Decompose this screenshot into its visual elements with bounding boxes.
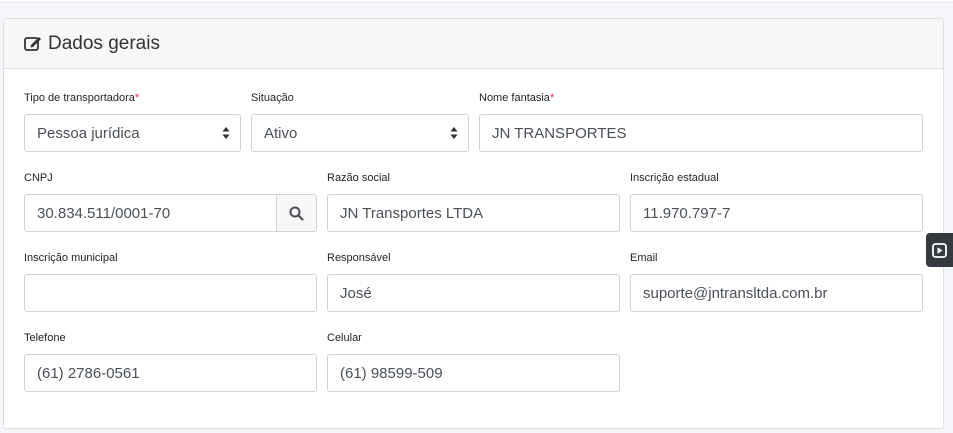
play-square-icon — [932, 242, 947, 258]
select-arrows-icon — [450, 127, 458, 139]
inscricao-municipal-label: Inscrição municipal — [24, 252, 118, 264]
card-title: Dados gerais — [48, 32, 160, 54]
field-cnpj: CNPJ 30.834.511/0001-70 — [24, 171, 317, 233]
field-celular: Celular (61) 98599-509 — [327, 331, 620, 393]
field-inscricao-estadual: Inscrição estadual 11.970.797-7 — [630, 171, 923, 233]
cnpj-label: CNPJ — [24, 172, 53, 184]
razao-social-value: JN Transportes LTDA — [340, 204, 484, 222]
tipo-transportadora-value: Pessoa jurídica — [37, 124, 140, 142]
field-tipo-transportadora: Tipo de transportadora* Pessoa jurídica — [24, 91, 241, 153]
cnpj-search-button[interactable] — [276, 195, 316, 231]
card-header: Dados gerais — [4, 19, 943, 69]
nome-fantasia-value: JN TRANSPORTES — [492, 124, 627, 142]
nome-fantasia-label: Nome fantasia — [479, 92, 550, 104]
email-value: suporte@jntransltda.com.br — [643, 284, 828, 302]
edit-icon — [24, 35, 43, 52]
cnpj-value: 30.834.511/0001-70 — [37, 204, 171, 222]
tipo-transportadora-select[interactable]: Pessoa jurídica — [24, 114, 241, 152]
field-nome-fantasia: Nome fantasia* JN TRANSPORTES — [479, 91, 923, 153]
inscricao-municipal-input[interactable] — [24, 274, 317, 312]
tipo-transportadora-label: Tipo de transportadora — [24, 92, 135, 104]
situacao-label: Situação — [251, 92, 294, 104]
field-responsavel: Responsável José — [327, 251, 620, 313]
situacao-value: Ativo — [264, 124, 298, 142]
responsavel-label: Responsável — [327, 252, 391, 264]
nome-fantasia-input[interactable]: JN TRANSPORTES — [479, 114, 923, 152]
side-panel-toggle[interactable] — [926, 233, 953, 267]
top-divider — [0, 0, 953, 3]
email-input[interactable]: suporte@jntransltda.com.br — [630, 274, 923, 312]
razao-social-label: Razão social — [327, 172, 390, 184]
field-telefone: Telefone (61) 2786-0561 — [24, 331, 317, 393]
celular-input[interactable]: (61) 98599-509 — [327, 354, 620, 392]
responsavel-value: José — [340, 284, 372, 302]
field-email: Email suporte@jntransltda.com.br — [630, 251, 923, 313]
inscricao-estadual-input[interactable]: 11.970.797-7 — [630, 194, 923, 232]
dados-gerais-card: Dados gerais Tipo de transportadora* Pes… — [3, 18, 944, 429]
telefone-value: (61) 2786-0561 — [37, 364, 140, 382]
razao-social-input[interactable]: JN Transportes LTDA — [327, 194, 620, 232]
field-inscricao-municipal: Inscrição municipal — [24, 251, 317, 313]
select-arrows-icon — [222, 127, 230, 139]
celular-value: (61) 98599-509 — [340, 364, 443, 382]
situacao-select[interactable]: Ativo — [251, 114, 469, 152]
search-icon — [289, 206, 304, 221]
field-razao-social: Razão social JN Transportes LTDA — [327, 171, 620, 233]
responsavel-input[interactable]: José — [327, 274, 620, 312]
inscricao-estadual-value: 11.970.797-7 — [643, 204, 731, 222]
inscricao-estadual-label: Inscrição estadual — [630, 172, 719, 184]
field-situacao: Situação Ativo — [251, 91, 469, 153]
telefone-label: Telefone — [24, 332, 66, 344]
telefone-input[interactable]: (61) 2786-0561 — [24, 354, 317, 392]
celular-label: Celular — [327, 332, 362, 344]
required-mark: * — [134, 92, 140, 104]
cnpj-input[interactable]: 30.834.511/0001-70 — [24, 194, 317, 232]
email-label: Email — [630, 252, 658, 264]
required-mark: * — [549, 92, 555, 104]
